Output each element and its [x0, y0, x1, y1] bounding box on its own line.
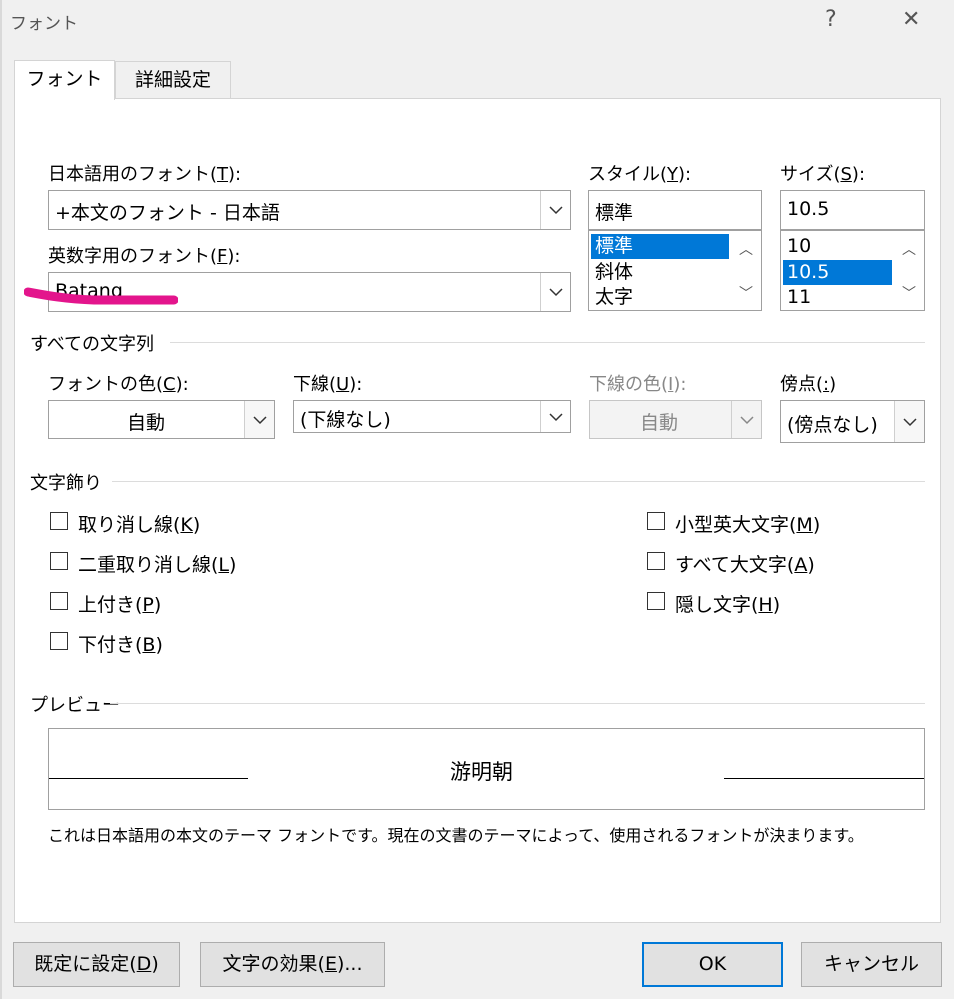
size-option-10-5[interactable]: 10.5: [783, 260, 892, 285]
ok-button[interactable]: OK: [642, 942, 783, 987]
style-label: スタイル(Y):: [588, 164, 692, 185]
effects-section-title: 文字飾り: [30, 473, 102, 494]
size-label: サイズ(S):: [780, 164, 866, 185]
underline-dropdown[interactable]: (下線なし): [293, 400, 571, 433]
size-value: 10.5: [787, 198, 830, 220]
section-divider: [110, 703, 925, 704]
section-divider: [170, 342, 925, 343]
small-caps-checkbox[interactable]: [647, 512, 665, 530]
size-option-11[interactable]: 11: [783, 285, 892, 310]
font-color-dropdown[interactable]: 自動: [48, 400, 275, 439]
chevron-down-icon[interactable]: [540, 191, 570, 229]
style-scrollbar[interactable]: ︿ ﹀: [731, 231, 761, 310]
style-list[interactable]: 標準 斜体 太字 ︿ ﹀: [588, 230, 762, 311]
help-button[interactable]: ?: [825, 9, 837, 31]
close-button[interactable]: ✕: [902, 9, 920, 31]
emphasis-mark-label: 傍点(:): [780, 374, 837, 395]
tab-font[interactable]: フォント: [14, 60, 115, 100]
japanese-font-combo[interactable]: +本文のフォント - 日本語: [48, 190, 571, 230]
style-option-italic[interactable]: 斜体: [591, 260, 729, 285]
scroll-down-icon[interactable]: ﹀: [731, 283, 761, 303]
underline-color-value: 自動: [640, 412, 679, 434]
preview-sample-text: 游明朝: [450, 760, 513, 784]
underline-color-label: 下線の色(I):: [589, 374, 687, 395]
set-default-button[interactable]: 既定に設定(D): [13, 942, 180, 987]
chevron-down-icon[interactable]: [540, 401, 570, 432]
strikethrough-checkbox[interactable]: [50, 512, 68, 530]
japanese-font-value: +本文のフォント - 日本語: [55, 202, 280, 224]
underline-color-dropdown[interactable]: 自動: [589, 400, 762, 439]
style-option-bold[interactable]: 太字: [591, 285, 729, 310]
strikethrough-label[interactable]: 取り消し線(K): [78, 510, 200, 537]
hidden-text-checkbox[interactable]: [647, 592, 665, 610]
scroll-down-icon[interactable]: ﹀: [894, 283, 924, 303]
all-caps-checkbox[interactable]: [647, 552, 665, 570]
text-effects-button[interactable]: 文字の効果(E)...: [200, 942, 385, 987]
cancel-button[interactable]: キャンセル: [801, 942, 942, 987]
superscript-label[interactable]: 上付き(P): [78, 590, 161, 617]
preview-box: 游明朝: [48, 728, 925, 810]
subscript-label[interactable]: 下付き(B): [78, 630, 163, 657]
scroll-up-icon[interactable]: ︿: [894, 239, 924, 259]
tab-advanced[interactable]: 詳細設定: [115, 61, 231, 99]
highlight-marker-stroke: [24, 287, 178, 305]
preview-description: これは日本語用の本文のテーマ フォントです。現在の文書のテーマによって、使用され…: [48, 826, 864, 845]
latin-font-label: 英数字用のフォント(F):: [48, 246, 241, 267]
style-option-regular[interactable]: 標準: [591, 234, 729, 259]
preview-baseline-right: [724, 778, 924, 779]
subscript-checkbox[interactable]: [50, 632, 68, 650]
font-color-value: 自動: [127, 412, 166, 434]
chevron-down-icon[interactable]: [894, 401, 924, 442]
underline-value: (下線なし): [300, 409, 391, 431]
underline-label: 下線(U):: [293, 374, 363, 395]
emphasis-mark-value: (傍点なし): [787, 414, 878, 436]
chevron-down-icon[interactable]: [540, 273, 570, 311]
size-scrollbar[interactable]: ︿ ﹀: [894, 231, 924, 310]
japanese-font-label: 日本語用のフォント(T):: [48, 164, 242, 185]
hidden-text-label[interactable]: 隠し文字(H): [675, 590, 780, 617]
preview-baseline-left: [49, 778, 248, 779]
style-value: 標準: [595, 202, 634, 224]
section-divider: [112, 481, 925, 482]
style-input[interactable]: 標準: [588, 190, 762, 230]
size-list[interactable]: 10 10.5 11 ︿ ﹀: [780, 230, 925, 311]
small-caps-label[interactable]: 小型英大文字(M): [675, 510, 820, 537]
emphasis-mark-dropdown[interactable]: (傍点なし): [780, 400, 925, 443]
superscript-checkbox[interactable]: [50, 592, 68, 610]
all-text-section-title: すべての文字列: [30, 334, 155, 355]
window-edge: [0, 0, 2, 999]
scroll-up-icon[interactable]: ︿: [731, 239, 761, 259]
chevron-down-icon[interactable]: [244, 401, 274, 438]
font-color-label: フォントの色(C):: [48, 374, 189, 395]
chevron-down-icon[interactable]: [731, 401, 761, 438]
all-caps-label[interactable]: すべて大文字(A): [675, 550, 815, 577]
size-option-10[interactable]: 10: [783, 234, 892, 259]
double-strikethrough-label[interactable]: 二重取り消し線(L): [78, 550, 236, 577]
size-input[interactable]: 10.5: [780, 190, 925, 230]
dialog-title: フォント: [10, 14, 78, 34]
preview-section-title: プレビュー: [30, 695, 120, 716]
double-strikethrough-checkbox[interactable]: [50, 552, 68, 570]
